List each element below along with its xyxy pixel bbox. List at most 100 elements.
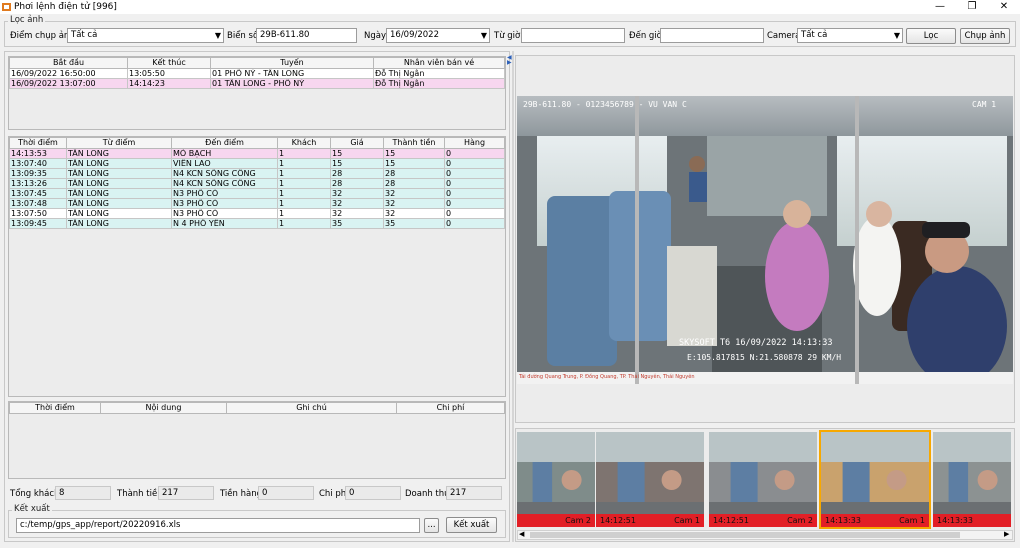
ticket-row[interactable]: 14:13:53 TÂN LONG MỎ BẠCH 1 15 15 0: [9, 148, 505, 159]
chevron-down-icon: ▼: [480, 31, 487, 40]
scroll-left-icon[interactable]: ◀: [519, 530, 524, 538]
thumbnail-time: 14:12:51: [713, 516, 749, 525]
tickets-col-to[interactable]: Đến điểm: [171, 137, 278, 149]
ticket-cell-to: N3 PHỐ CÒ: [171, 208, 278, 219]
video-gps-overlay: E:105.817815 N:21.580878 29 KM/H: [687, 353, 842, 362]
ticket-cell-pax: 1: [277, 218, 331, 229]
ticket-cell-from: TÂN LONG: [66, 188, 172, 199]
ticket-cell-price: 35: [330, 218, 384, 229]
costs-col-time[interactable]: Thời điểm: [9, 402, 101, 414]
browse-button[interactable]: ...: [424, 518, 439, 533]
camera-thumbnail[interactable]: 14:13:33: [933, 432, 1011, 527]
tickets-col-price[interactable]: Giá: [330, 137, 384, 149]
trips-col-route[interactable]: Tuyến: [210, 57, 374, 69]
ticket-cell-goods: 0: [444, 168, 505, 179]
ticket-cell-from: TÂN LONG: [66, 198, 172, 209]
scrollbar-thumb[interactable]: [530, 532, 960, 538]
trips-col-staff[interactable]: Nhân viên bán vé: [373, 57, 505, 69]
from-time-input[interactable]: [521, 28, 625, 43]
video-timestamp-overlay: SKYSOFT T6 16/09/2022 14:13:33: [679, 338, 833, 348]
export-button[interactable]: Kết xuất: [446, 517, 497, 533]
export-group-title: Kết xuất: [12, 504, 52, 514]
tickets-col-goods[interactable]: Hàng: [444, 137, 505, 149]
plate-input[interactable]: 29B-611.80: [256, 28, 357, 43]
export-path-input[interactable]: c:/temp/gps_app/report/20220916.xls: [16, 518, 420, 533]
thumbnail-caption: 14:12:51 Cam 2: [709, 514, 817, 527]
capture-point-label: Điểm chụp ảnh: [10, 31, 75, 41]
date-picker[interactable]: 16/09/2022 ▼: [386, 28, 490, 43]
ticket-cell-total: 32: [383, 208, 445, 219]
costs-col-note[interactable]: Ghi chú: [226, 402, 397, 414]
trip-row[interactable]: 16/09/2022 13:07:00 14:14:23 01 TÂN LONG -…: [9, 78, 505, 89]
ticket-cell-goods: 0: [444, 198, 505, 209]
ticket-cell-time: 13:09:45: [9, 218, 67, 229]
ticket-cell-total: 28: [383, 178, 445, 189]
capture-point-select[interactable]: Tất cả ▼: [67, 28, 224, 43]
costs-col-cost[interactable]: Chi phí: [396, 402, 505, 414]
ticket-cell-goods: 0: [444, 178, 505, 189]
ticket-cell-to: N3 PHỐ CÒ: [171, 198, 278, 209]
video-address-footer: Tái đường Quang Trung, P. Đồng Quang, TP…: [519, 374, 695, 380]
capture-button[interactable]: Chụp ảnh: [960, 28, 1010, 44]
chevron-down-icon: ▼: [893, 31, 900, 40]
ticket-cell-goods: 0: [444, 218, 505, 229]
trips-col-end[interactable]: Kết thúc: [127, 57, 211, 69]
ticket-row[interactable]: 13:09:45 TÂN LONG N 4 PHỐ YÊN 1 35 35 0: [9, 218, 505, 229]
camera-frame[interactable]: 29B-611.80 - 0123456789 - VU VAN C CAM 1…: [517, 96, 1013, 384]
thumbnail-scrollbar[interactable]: ◀ ▶: [517, 530, 1013, 540]
ticket-cell-time: 13:07:48: [9, 198, 67, 209]
filter-button[interactable]: Lọc: [906, 28, 956, 44]
total-pax-value: 8: [55, 486, 111, 500]
ticket-cell-pax: 1: [277, 188, 331, 199]
ticket-cell-time: 13:07:40: [9, 158, 67, 169]
app-icon: [2, 3, 11, 11]
trip-cell-start: 16/09/2022 16:50:00: [9, 68, 128, 79]
splitter-bar[interactable]: [512, 51, 514, 542]
tickets-col-total[interactable]: Thành tiền: [383, 137, 445, 149]
revenue-value: 217: [446, 486, 502, 500]
trips-col-start[interactable]: Bắt đầu: [9, 57, 128, 69]
camera-thumbnail[interactable]: Cam 2: [517, 432, 595, 527]
camera-thumbnail[interactable]: 14:12:51 Cam 2: [709, 432, 817, 527]
maximize-button[interactable]: ❐: [956, 0, 988, 14]
trips-grid: Bắt đầu Kết thúc Tuyến Nhân viên bán vé …: [9, 57, 505, 89]
camera-select[interactable]: Tất cả ▼: [797, 28, 903, 43]
chevron-down-icon: ▼: [214, 31, 221, 40]
ticket-cell-from: TÂN LONG: [66, 148, 172, 159]
ticket-row[interactable]: 13:07:45 TÂN LONG N3 PHỐ CÒ 1 32 32 0: [9, 188, 505, 199]
camera-thumbnail[interactable]: 14:13:33 Cam 1: [819, 430, 931, 529]
cost-value: 0: [345, 486, 401, 500]
costs-col-content[interactable]: Nội dung: [100, 402, 227, 414]
minimize-button[interactable]: —: [924, 0, 956, 14]
date-label: Ngày: [364, 31, 386, 41]
ticket-cell-goods: 0: [444, 208, 505, 219]
ticket-cell-total: 28: [383, 168, 445, 179]
ticket-cell-from: TÂN LONG: [66, 218, 172, 229]
ticket-cell-price: 32: [330, 188, 384, 199]
costs-grid: Thời điểm Nội dung Ghi chú Chi phí: [9, 402, 505, 414]
costs-table: Thời điểm Nội dung Ghi chú Chi phí: [8, 401, 506, 479]
ticket-cell-goods: 0: [444, 158, 505, 169]
close-button[interactable]: ✕: [988, 0, 1020, 14]
ticket-cell-total: 32: [383, 188, 445, 199]
tickets-col-time[interactable]: Thời điểm: [9, 137, 67, 149]
ticket-row[interactable]: 13:07:48 TÂN LONG N3 PHỐ CÒ 1 32 32 0: [9, 198, 505, 209]
tickets-col-from[interactable]: Từ điểm: [66, 137, 172, 149]
ticket-row[interactable]: 13:07:50 TÂN LONG N3 PHỐ CÒ 1 32 32 0: [9, 208, 505, 219]
trip-cell-route: 01 PHỐ NỶ - TÂN LONG: [210, 68, 374, 79]
thumbnail-image: [709, 432, 817, 514]
ticket-cell-to: VIÊN LAO: [171, 158, 278, 169]
camera-thumbnail[interactable]: 14:12:51 Cam 1: [596, 432, 704, 527]
ticket-row[interactable]: 13:09:35 TÂN LONG N4 KCN SÔNG CÔNG 1 28 28 0: [9, 168, 505, 179]
video-camera-overlay: CAM 1: [972, 100, 997, 109]
tickets-col-pax[interactable]: Khách: [277, 137, 331, 149]
ticket-cell-total: 15: [383, 148, 445, 159]
ticket-cell-from: TÂN LONG: [66, 168, 172, 179]
ticket-cell-price: 32: [330, 208, 384, 219]
scroll-right-icon[interactable]: ▶: [1004, 530, 1009, 538]
trip-row[interactable]: 16/09/2022 16:50:00 13:05:50 01 PHỐ NỶ - T…: [9, 68, 505, 79]
ticket-row[interactable]: 13:07:40 TÂN LONG VIÊN LAO 1 15 15 0: [9, 158, 505, 169]
ticket-row[interactable]: 13:13:26 TÂN LONG N4 KCN SÔNG CÔNG 1 28 28 0: [9, 178, 505, 189]
to-time-input[interactable]: [660, 28, 764, 43]
thumbnail-caption: 14:13:33: [933, 514, 1011, 527]
